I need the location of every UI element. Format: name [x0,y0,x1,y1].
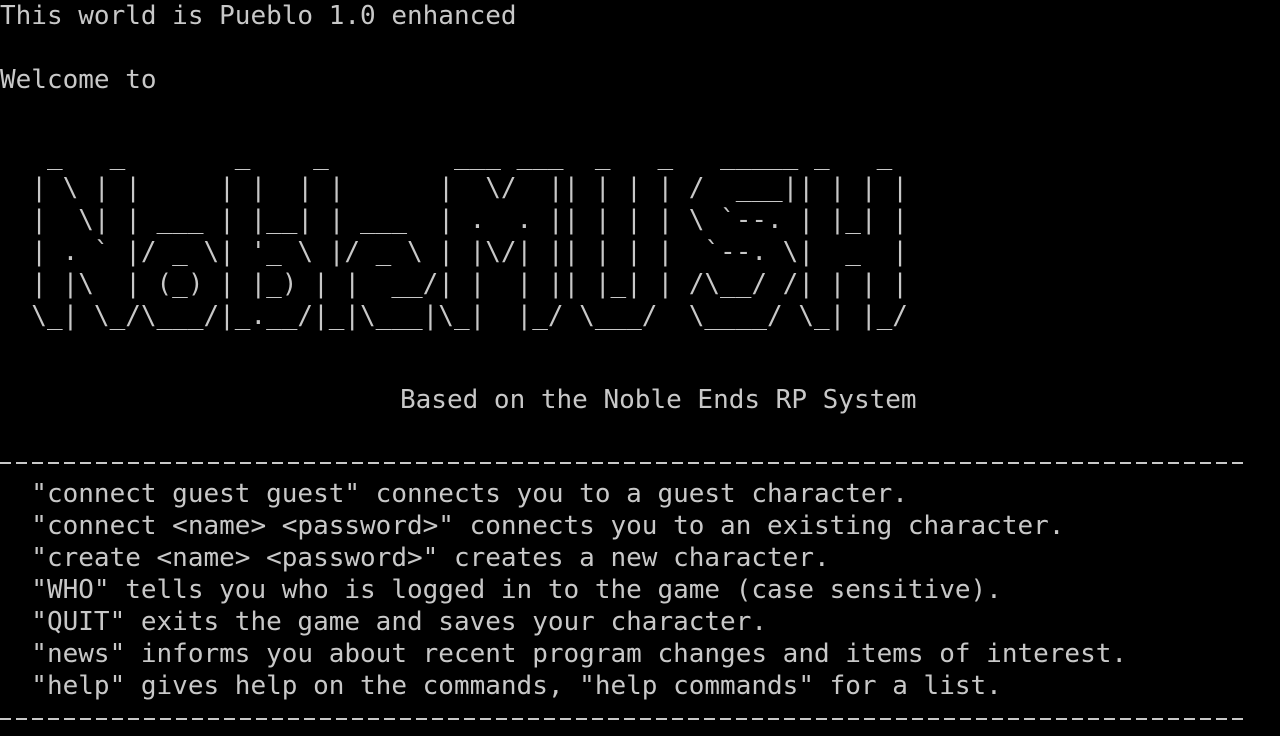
command-help-line: "connect guest guest" connects you to a … [0,479,908,509]
separator-top [0,462,1247,464]
world-info-line: This world is Pueblo 1.0 enhanced [0,1,517,31]
command-help-line: "WHO" tells you who is logged in to the … [0,575,1002,605]
welcome-line: Welcome to [0,65,157,95]
command-help-list: "connect guest guest" connects you to a … [0,478,1127,702]
command-help-line: "QUIT" exits the game and saves your cha… [0,607,768,637]
command-help-line: "create <name> <password>" creates a new… [0,543,830,573]
noblemush-ascii-logo: _ _ _ _ ___ ___ _ _ _____ _ _ | \ | | | … [31,141,908,331]
command-help-line: "connect <name> <password>" connects you… [0,511,1065,541]
command-help-line: "help" gives help on the commands, "help… [0,671,1002,701]
tagline: Based on the Noble Ends RP System [400,385,917,415]
command-help-line: "news" informs you about recent program … [0,639,1128,669]
separator-bottom [0,718,1247,720]
terminal-window[interactable]: This world is Pueblo 1.0 enhanced Welcom… [0,0,1280,736]
